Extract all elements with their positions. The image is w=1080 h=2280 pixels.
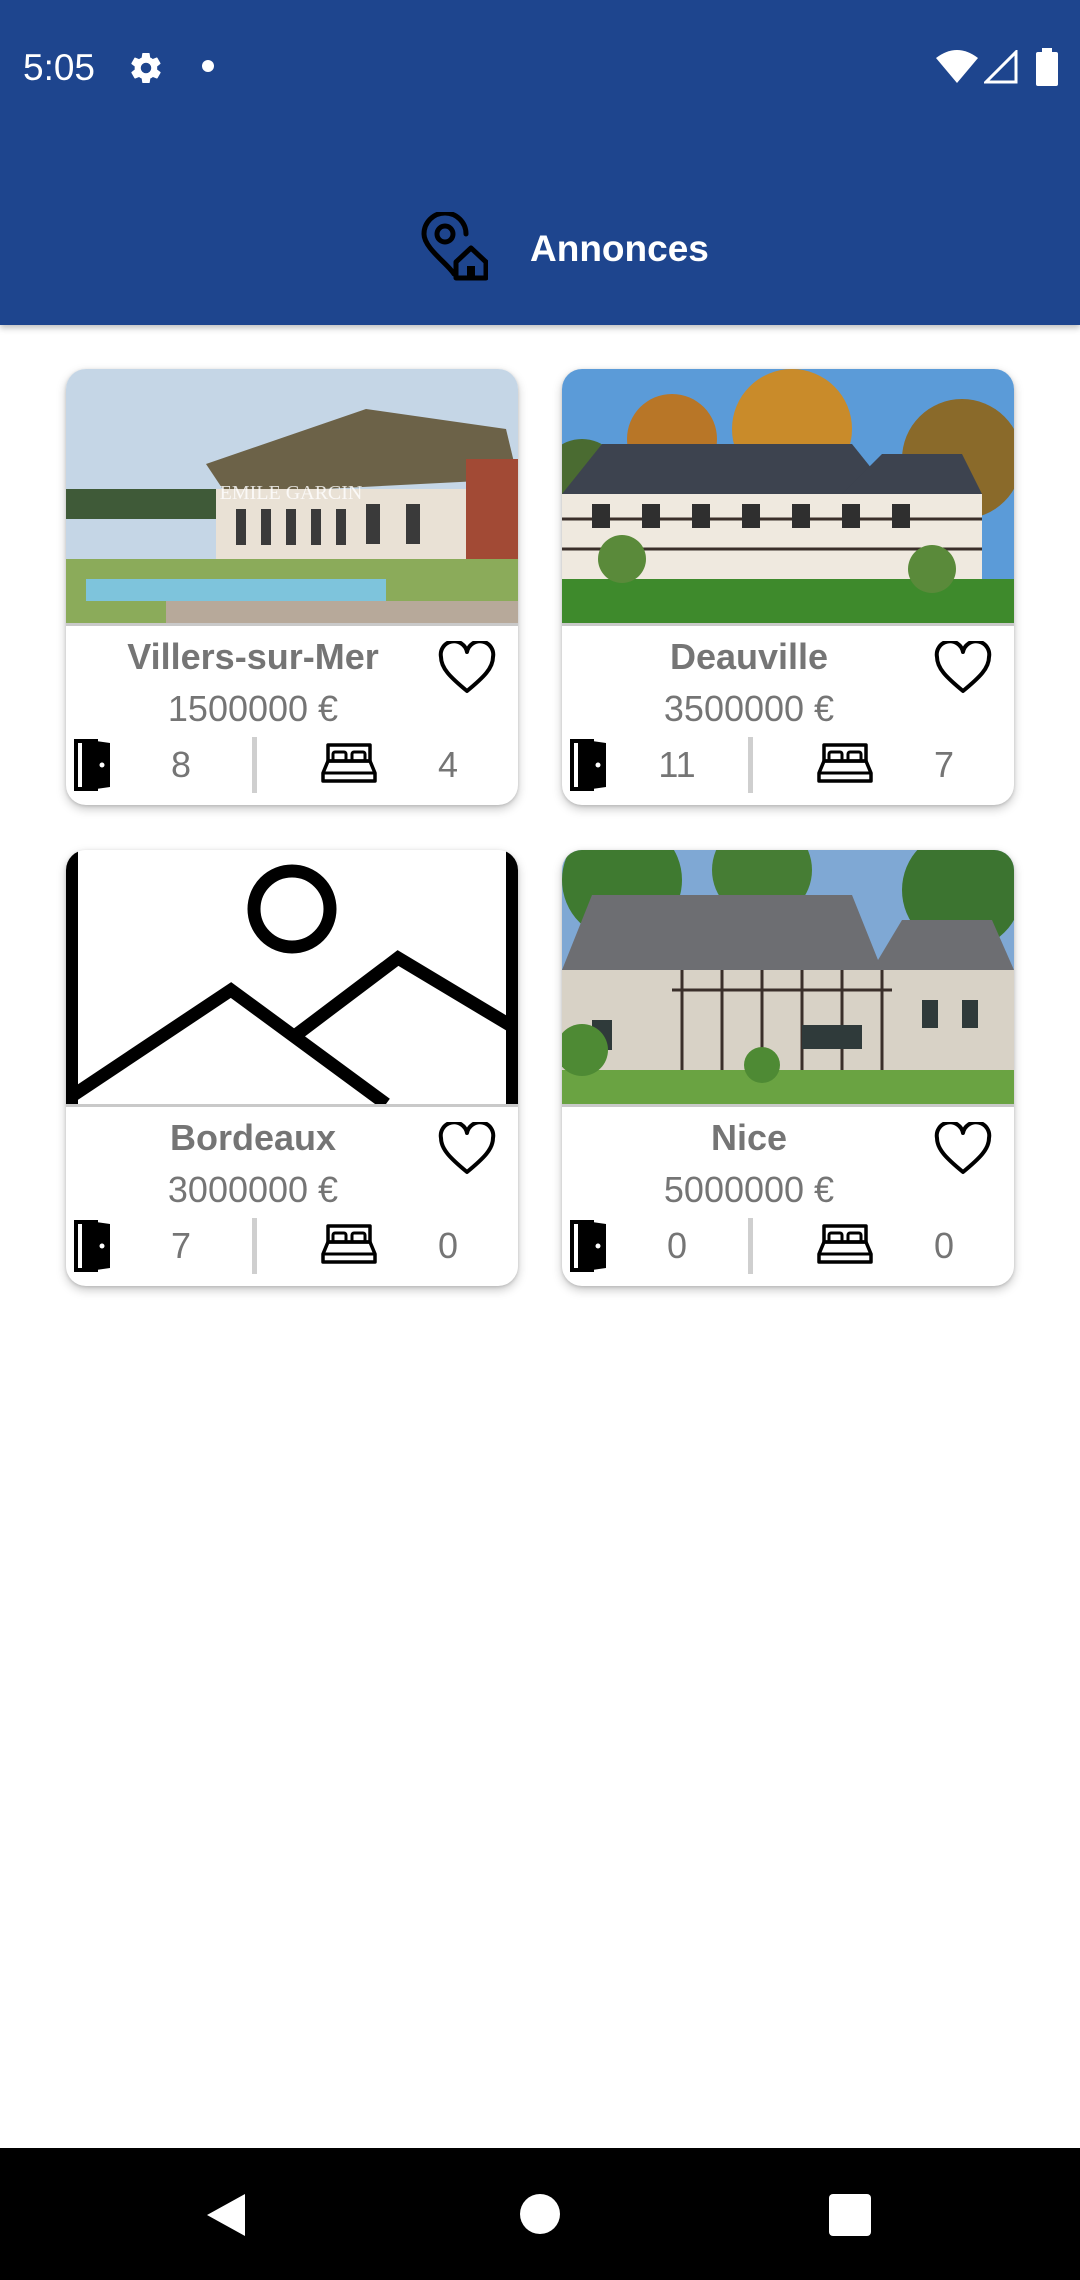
bed-icon <box>817 1224 873 1264</box>
listing-card[interactable]: EMILE GARCIN Villers-sur-Mer 1500000 € 8… <box>66 369 518 805</box>
heart-icon[interactable] <box>438 641 496 695</box>
heart-icon[interactable] <box>438 1122 496 1176</box>
image-placeholder <box>66 850 518 1104</box>
app-bar: 5:05 Annonces <box>0 0 1080 325</box>
bed-icon <box>321 743 377 783</box>
stat-separator <box>748 1218 753 1274</box>
door-icon <box>570 739 606 791</box>
status-time: 5:05 <box>23 47 96 88</box>
listing-city: Nice <box>710 1117 788 1158</box>
heart-icon[interactable] <box>934 1122 992 1176</box>
heart-icon[interactable] <box>934 641 992 695</box>
card-divider <box>562 1104 1014 1107</box>
beds-count: 0 <box>933 1225 955 1266</box>
listing-card[interactable]: Nice 5000000 € 0 0 <box>562 850 1014 1286</box>
rooms-count: 8 <box>170 744 192 785</box>
bed-icon <box>321 1224 377 1264</box>
app-screen: 5:05 Annonces EMILE GARCIN Villers-sur-M… <box>0 0 1080 2280</box>
beds-count: 4 <box>437 744 459 785</box>
gear-icon <box>131 52 161 84</box>
signal-icon <box>984 50 1018 84</box>
image-placeholder-icon <box>66 850 518 1104</box>
listing-photo <box>562 850 1014 1104</box>
listing-city: Deauville <box>669 636 829 677</box>
recents-button[interactable] <box>829 2194 871 2236</box>
page-title: Annonces <box>530 228 709 269</box>
listing-price: 3500000 € <box>663 688 835 729</box>
status-bar: 5:05 <box>0 0 1080 135</box>
stat-separator <box>748 737 753 793</box>
listing-photo <box>562 369 1014 623</box>
photo-watermark: EMILE GARCIN <box>220 482 363 504</box>
location-home-icon <box>421 212 488 281</box>
bed-icon <box>817 743 873 783</box>
listing-price: 3000000 € <box>167 1169 339 1210</box>
stat-separator <box>252 737 257 793</box>
listing-card[interactable]: Bordeaux 3000000 € 7 0 <box>66 850 518 1286</box>
card-divider <box>562 623 1014 626</box>
system-nav-bar <box>0 2148 1080 2280</box>
door-icon <box>74 1220 110 1272</box>
stat-separator <box>252 1218 257 1274</box>
listing-photo: EMILE GARCIN <box>66 369 518 623</box>
notification-dot-icon <box>202 60 214 72</box>
beds-count: 7 <box>933 744 955 785</box>
card-divider <box>66 1104 518 1107</box>
card-divider <box>66 623 518 626</box>
rooms-count: 0 <box>666 1225 688 1266</box>
listing-city: Bordeaux <box>169 1117 337 1158</box>
toolbar: Annonces <box>0 190 1080 310</box>
rooms-count: 7 <box>170 1225 192 1266</box>
door-icon <box>74 739 110 791</box>
listing-price: 5000000 € <box>663 1169 835 1210</box>
back-button[interactable] <box>205 2192 247 2238</box>
listing-city: Villers-sur-Mer <box>127 636 379 677</box>
beds-count: 0 <box>437 1225 459 1266</box>
listing-price: 1500000 € <box>167 688 339 729</box>
listing-card[interactable]: Deauville 3500000 € 11 7 <box>562 369 1014 805</box>
battery-icon <box>1036 48 1058 86</box>
rooms-count: 11 <box>658 744 696 785</box>
wifi-icon <box>936 50 978 83</box>
door-icon <box>570 1220 606 1272</box>
home-button[interactable] <box>520 2194 560 2234</box>
